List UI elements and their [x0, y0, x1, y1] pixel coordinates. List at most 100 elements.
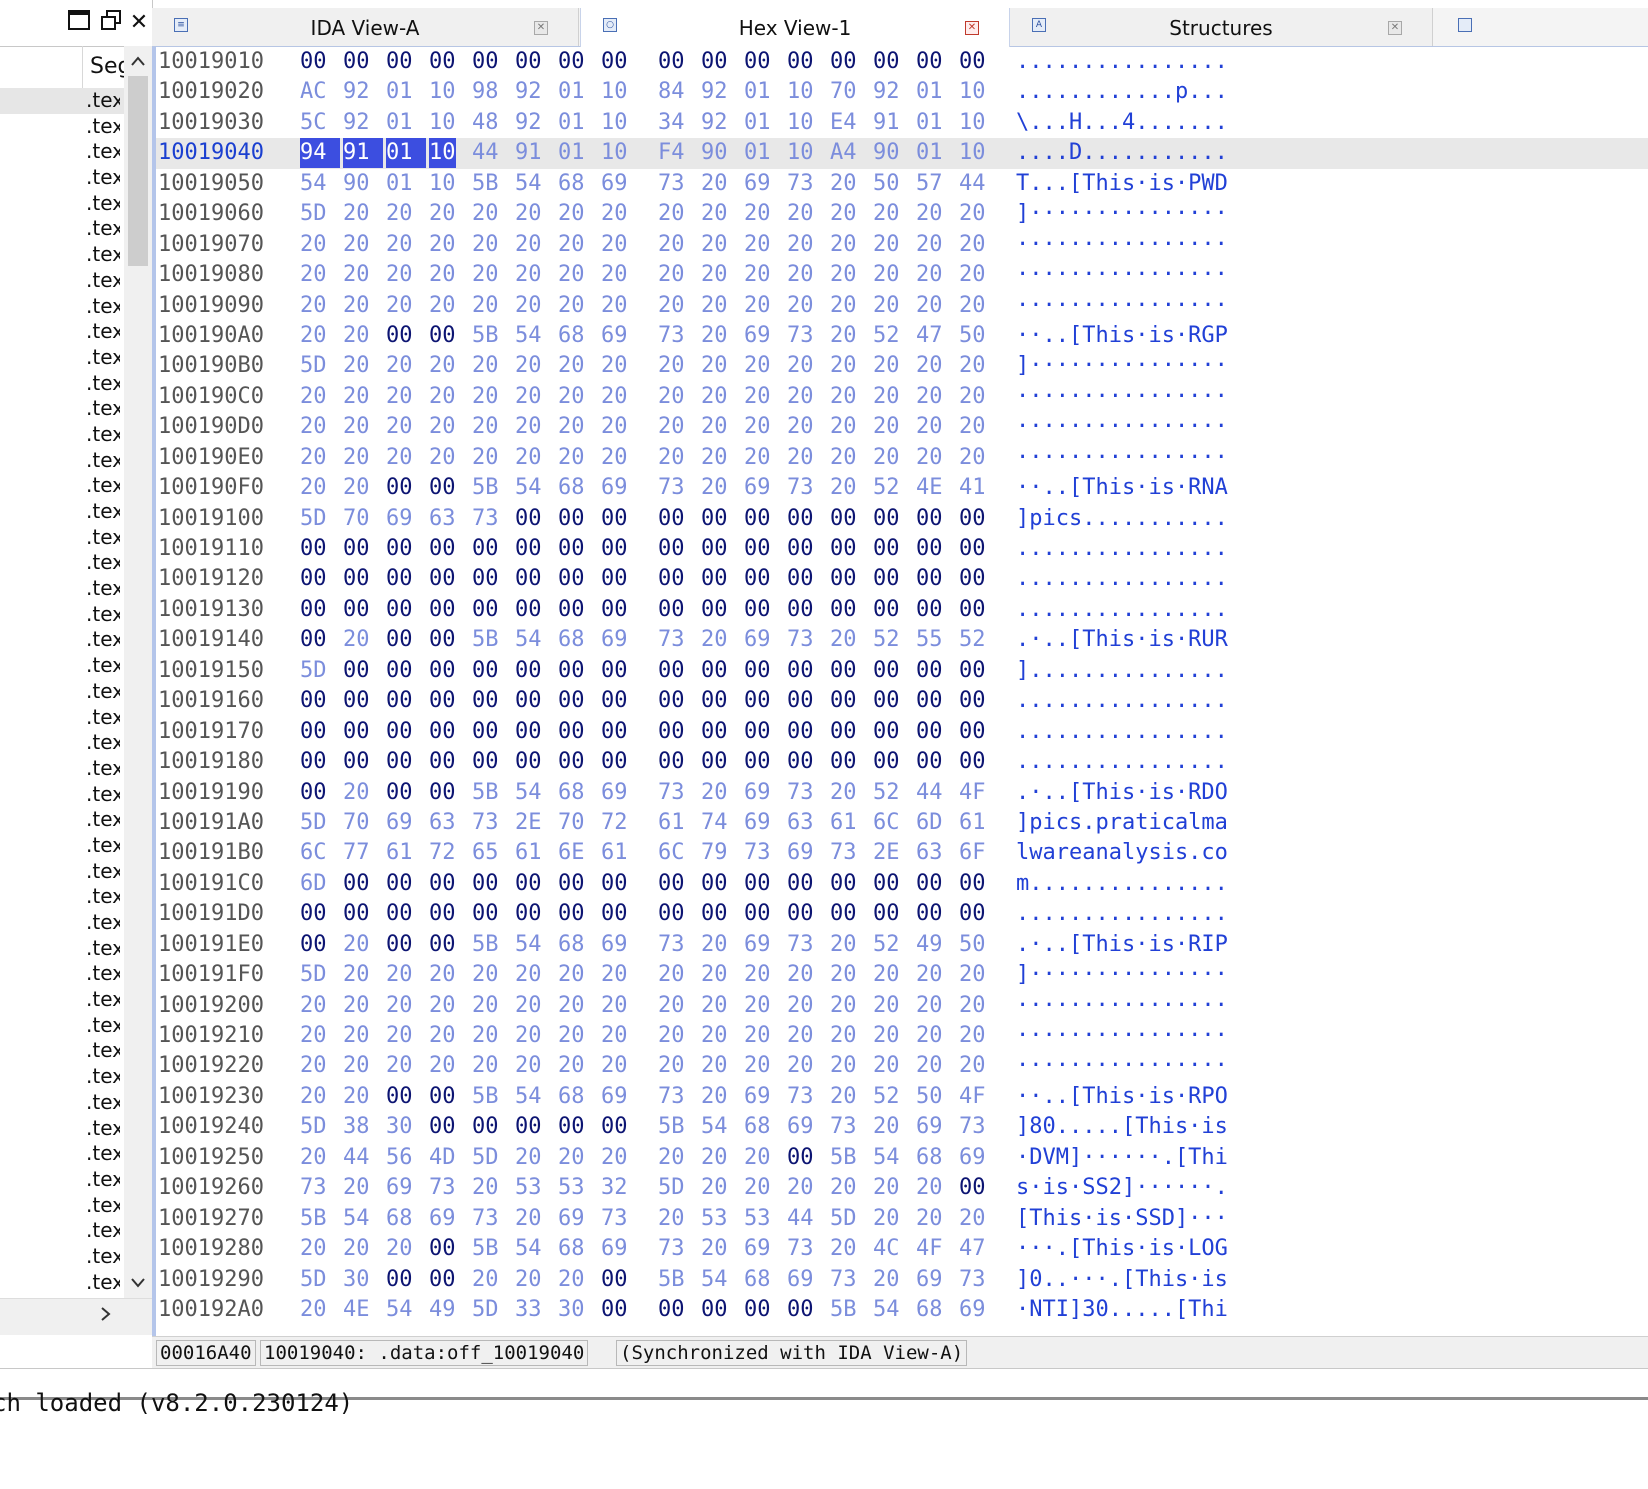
- hex-byte[interactable]: 00: [300, 564, 327, 594]
- hex-byte[interactable]: 20: [744, 382, 771, 412]
- hex-byte[interactable]: 20: [558, 291, 585, 321]
- hex-byte[interactable]: 5B: [472, 473, 499, 503]
- hex-byte[interactable]: 20: [916, 1204, 943, 1234]
- scroll-down-icon[interactable]: [124, 1270, 152, 1296]
- hex-byte[interactable]: 20: [300, 291, 327, 321]
- hex-byte[interactable]: 20: [472, 1021, 499, 1051]
- hex-byte[interactable]: 10: [429, 77, 456, 107]
- hex-byte[interactable]: 20: [429, 412, 456, 442]
- segment-row[interactable]: .tex: [0, 1244, 124, 1270]
- hex-byte[interactable]: 20: [429, 351, 456, 381]
- hex-ascii[interactable]: ·NTI]30.....[Thi: [1016, 1295, 1228, 1325]
- segment-row[interactable]: .tex: [0, 576, 124, 602]
- hex-byte[interactable]: 56: [386, 1143, 413, 1173]
- hex-byte[interactable]: 20: [300, 991, 327, 1021]
- hex-byte[interactable]: 00: [429, 534, 456, 564]
- hex-byte[interactable]: 10: [787, 77, 814, 107]
- hex-byte[interactable]: 20: [787, 382, 814, 412]
- hex-byte[interactable]: 00: [601, 504, 628, 534]
- hex-byte[interactable]: 20: [472, 382, 499, 412]
- hex-byte[interactable]: 00: [601, 717, 628, 747]
- hex-byte[interactable]: 73: [472, 808, 499, 838]
- hex-byte[interactable]: 00: [472, 869, 499, 899]
- hex-byte[interactable]: 5B: [300, 1204, 327, 1234]
- hex-byte[interactable]: 00: [916, 686, 943, 716]
- hex-row[interactable]: 10019030 5C 92 01 10 48 92 01 10 34 92 01 10 E4 91 01 10…: [156, 108, 1648, 138]
- hex-byte[interactable]: 00: [916, 504, 943, 534]
- hex-byte[interactable]: 00: [472, 595, 499, 625]
- hex-byte[interactable]: 00: [744, 534, 771, 564]
- hex-byte[interactable]: 00: [658, 534, 685, 564]
- hex-byte[interactable]: 20: [601, 199, 628, 229]
- hex-byte[interactable]: 68: [386, 1204, 413, 1234]
- hex-byte[interactable]: 00: [343, 686, 370, 716]
- hex-byte[interactable]: 00: [787, 534, 814, 564]
- hex-byte[interactable]: 69: [601, 1234, 628, 1264]
- hex-byte[interactable]: 00: [916, 717, 943, 747]
- window-icon[interactable]: [66, 10, 92, 36]
- hex-byte[interactable]: 20: [830, 230, 857, 260]
- hex-byte[interactable]: 00: [830, 595, 857, 625]
- hex-byte[interactable]: 54: [701, 1112, 728, 1142]
- segment-row[interactable]: .tex: [0, 679, 124, 705]
- hex-byte[interactable]: 68: [558, 625, 585, 655]
- hex-byte[interactable]: 20: [386, 351, 413, 381]
- hex-byte[interactable]: 68: [744, 1265, 771, 1295]
- segment-row[interactable]: .tex: [0, 345, 124, 371]
- hex-byte[interactable]: 53: [701, 1204, 728, 1234]
- hex-byte[interactable]: 20: [300, 1234, 327, 1264]
- hex-byte[interactable]: 73: [658, 625, 685, 655]
- hex-ascii[interactable]: ]0..···.[This·is: [1016, 1265, 1228, 1295]
- hex-byte[interactable]: 73: [658, 778, 685, 808]
- hex-byte[interactable]: 20: [658, 991, 685, 1021]
- hex-row[interactable]: 100191A0 5D 70 69 63 73 2E 70 72 61 74 69 63 61 6C 6D 61…: [156, 808, 1648, 838]
- hex-byte[interactable]: 20: [701, 1143, 728, 1173]
- hex-byte[interactable]: 00: [429, 747, 456, 777]
- hex-byte[interactable]: 00: [300, 595, 327, 625]
- hex-byte[interactable]: 68: [558, 473, 585, 503]
- hex-byte[interactable]: 00: [558, 717, 585, 747]
- hex-byte[interactable]: 01: [558, 108, 585, 138]
- hex-byte[interactable]: 00: [515, 686, 542, 716]
- hex-ascii[interactable]: ....D...........: [1016, 138, 1228, 168]
- hex-byte[interactable]: 20: [701, 260, 728, 290]
- hex-byte[interactable]: 00: [916, 869, 943, 899]
- hex-byte[interactable]: 20: [386, 1234, 413, 1264]
- hex-byte[interactable]: 73: [787, 169, 814, 199]
- hex-byte[interactable]: 01: [386, 138, 426, 169]
- hex-byte[interactable]: 00: [429, 869, 456, 899]
- hex-byte[interactable]: 00: [558, 899, 585, 929]
- hex-byte[interactable]: 69: [744, 778, 771, 808]
- hex-byte[interactable]: 00: [300, 717, 327, 747]
- hex-byte[interactable]: 20: [873, 1173, 900, 1203]
- hex-byte[interactable]: 20: [515, 291, 542, 321]
- hex-byte[interactable]: 20: [830, 1021, 857, 1051]
- hex-byte[interactable]: 20: [601, 443, 628, 473]
- hex-byte[interactable]: 00: [429, 1234, 456, 1264]
- hex-byte[interactable]: 73: [830, 1265, 857, 1295]
- hex-byte[interactable]: 20: [873, 291, 900, 321]
- hex-byte[interactable]: 20: [701, 321, 728, 351]
- hex-byte[interactable]: 20: [558, 230, 585, 260]
- hex-byte[interactable]: 20: [787, 230, 814, 260]
- hex-byte[interactable]: 20: [959, 412, 986, 442]
- hex-byte[interactable]: 69: [744, 1234, 771, 1264]
- hex-byte[interactable]: 41: [959, 473, 986, 503]
- hex-byte[interactable]: 00: [429, 47, 456, 77]
- hex-byte[interactable]: 00: [343, 595, 370, 625]
- hex-byte[interactable]: 63: [787, 808, 814, 838]
- hex-byte[interactable]: 5B: [472, 930, 499, 960]
- hex-byte[interactable]: 00: [386, 869, 413, 899]
- hex-ascii[interactable]: ................: [1016, 899, 1228, 929]
- hex-byte[interactable]: 00: [429, 625, 456, 655]
- hex-ascii[interactable]: ]pics.praticalma: [1016, 808, 1228, 838]
- hex-byte[interactable]: 00: [959, 564, 986, 594]
- hex-byte[interactable]: 90: [343, 169, 370, 199]
- hex-byte[interactable]: 00: [916, 656, 943, 686]
- hex-byte[interactable]: 38: [343, 1112, 370, 1142]
- hex-byte[interactable]: 20: [701, 291, 728, 321]
- hex-byte[interactable]: 00: [386, 747, 413, 777]
- hex-byte[interactable]: 20: [787, 443, 814, 473]
- hex-byte[interactable]: 00: [558, 869, 585, 899]
- segment-row[interactable]: .tex: [0, 191, 124, 217]
